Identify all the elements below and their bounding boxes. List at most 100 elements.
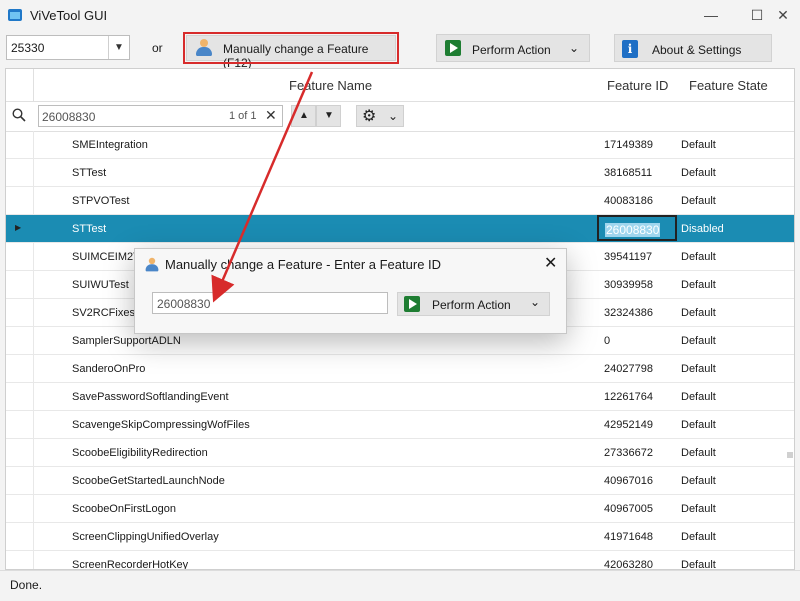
current-row-indicator-icon: ▶ [15, 223, 22, 232]
feature-state-cell[interactable]: Default [681, 279, 716, 291]
search-icon [12, 108, 26, 122]
feature-id-cell[interactable]: 0 [604, 335, 610, 347]
table-row[interactable]: SMEIntegration 17149389 Default [6, 131, 794, 159]
chevron-down-icon: ⌄ [530, 295, 541, 309]
clear-search-icon[interactable]: ✕ [265, 107, 277, 124]
table-row[interactable]: ScreenClippingUnifiedOverlay 41971648 Defa… [6, 523, 794, 551]
table-row[interactable]: SavePasswordSoftlandingEvent 12261764 Defa… [6, 383, 794, 411]
status-bar: Done. [0, 570, 800, 601]
info-icon: i [622, 40, 638, 58]
feature-state-cell[interactable]: Default [681, 167, 716, 179]
feature-id-cell[interactable]: 27336672 [604, 447, 653, 459]
about-settings-label: About & Settings [652, 43, 742, 57]
feature-state-cell[interactable]: Default [681, 251, 716, 263]
feature-id-cell[interactable]: 17149389 [604, 139, 653, 151]
feature-state-cell[interactable]: Default [681, 559, 716, 569]
feature-name-cell[interactable]: STTest [72, 223, 106, 235]
search-value: 26008830 [42, 110, 96, 124]
feature-name-cell[interactable]: SUIMCEIM2T [72, 251, 140, 263]
feature-state-cell[interactable]: Default [681, 335, 716, 347]
dialog-perform-action-button[interactable]: Perform Action ⌄ [397, 292, 550, 316]
annotation-highlight-box [183, 32, 399, 64]
feature-state-cell[interactable]: Default [681, 531, 716, 543]
column-feature-state[interactable]: Feature State [689, 78, 768, 93]
table-row[interactable]: STTest 38168511 Default [6, 159, 794, 187]
search-next-button[interactable]: ▼ [316, 105, 341, 127]
table-row[interactable]: ScoobeOnFirstLogon 40967005 Default [6, 495, 794, 523]
feature-name-cell[interactable]: ScreenClippingUnifiedOverlay [72, 531, 219, 543]
table-row[interactable]: SanderoOnPro 24027798 Default [6, 355, 794, 383]
feature-id-cell[interactable]: 39541197 [604, 251, 652, 263]
feature-id-selected-text: 26008830 [605, 223, 661, 237]
vivetool-app-icon [8, 9, 22, 21]
table-row[interactable]: ▶ STTest 26008830 Disabled [6, 215, 794, 243]
minimize-button[interactable]: — [700, 5, 722, 25]
feature-name-cell[interactable]: SUIWUTest [72, 279, 129, 291]
feature-id-cell[interactable]: 32324386 [604, 307, 653, 319]
feature-state-cell[interactable]: Default [681, 391, 716, 403]
feature-id-cell[interactable]: 30939958 [604, 279, 653, 291]
feature-name-cell[interactable]: SanderoOnPro [72, 363, 145, 375]
feature-name-cell[interactable]: STTest [72, 167, 106, 179]
play-icon [404, 296, 420, 312]
feature-name-cell[interactable]: SamplerSupportADLN [72, 335, 181, 347]
chevron-down-icon: ⌄ [569, 41, 580, 55]
feature-id-cell[interactable]: 41971648 [604, 531, 653, 543]
feature-id-cell[interactable]: 12261764 [604, 391, 653, 403]
person-icon [145, 257, 159, 272]
feature-id-cell[interactable]: 26008830 [597, 215, 677, 241]
feature-id-cell[interactable]: 40967016 [604, 475, 653, 487]
dialog-perform-action-label: Perform Action [432, 298, 511, 312]
feature-name-cell[interactable]: ScoobeOnFirstLogon [72, 503, 176, 515]
feature-id-cell[interactable]: 40083186 [604, 195, 653, 207]
table-row[interactable]: ScavengeSkipCompressingWofFiles 42952149 D… [6, 411, 794, 439]
feature-name-cell[interactable]: ScoobeEligibilityRedirection [72, 447, 208, 459]
column-feature-name[interactable]: Feature Name [289, 78, 372, 93]
feature-name-cell[interactable]: SV2RCFixesT [72, 307, 142, 319]
search-match-count: 1 of 1 [229, 110, 257, 122]
build-combobox[interactable]: 25330 ▼ [6, 35, 130, 60]
feature-state-cell[interactable]: Default [681, 475, 716, 487]
search-options-button[interactable]: ⚙ ⌄ [356, 105, 404, 127]
column-feature-id[interactable]: Feature ID [607, 78, 668, 93]
feature-name-cell[interactable]: ScavengeSkipCompressingWofFiles [72, 419, 250, 431]
table-row[interactable]: ScoobeGetStartedLaunchNode 40967016 Defaul… [6, 467, 794, 495]
feature-id-cell[interactable]: 42063280 [604, 559, 653, 569]
feature-name-cell[interactable]: SavePasswordSoftlandingEvent [72, 391, 229, 403]
feature-state-cell[interactable]: Default [681, 447, 716, 459]
table-row[interactable]: STPVOTest 40083186 Default [6, 187, 794, 215]
table-row[interactable]: ScreenRecorderHotKey 42063280 Default [6, 551, 794, 569]
search-previous-button[interactable]: ▲ [291, 105, 316, 127]
feature-name-cell[interactable]: ScreenRecorderHotKey [72, 559, 188, 569]
or-label: or [152, 41, 163, 55]
feature-id-cell[interactable]: 38168511 [604, 167, 652, 179]
table-row[interactable]: ScoobeEligibilityRedirection 27336672 Defa… [6, 439, 794, 467]
vertical-scrollbar[interactable] [784, 131, 794, 569]
about-settings-button[interactable]: i About & Settings [614, 34, 772, 62]
feature-state-cell[interactable]: Default [681, 139, 716, 151]
title-bar: ViVeTool GUI — ☐ ✕ [0, 0, 800, 30]
feature-name-cell[interactable]: STPVOTest [72, 195, 129, 207]
perform-action-button[interactable]: Perform Action ⌄ [436, 34, 590, 62]
chevron-down-icon[interactable]: ▼ [108, 36, 129, 59]
feature-state-cell[interactable]: Default [681, 503, 716, 515]
search-input[interactable]: 26008830 1 of 1 ✕ [38, 105, 283, 127]
maximize-button[interactable]: ☐ [746, 5, 768, 25]
manual-feature-dialog: Manually change a Feature - Enter a Feat… [134, 248, 567, 334]
feature-id-cell[interactable]: 24027798 [604, 363, 653, 375]
feature-id-cell[interactable]: 42952149 [604, 419, 653, 431]
dialog-close-icon[interactable]: ✕ [544, 253, 557, 273]
feature-id-input[interactable]: 26008830 [152, 292, 388, 314]
perform-action-label: Perform Action [472, 43, 551, 57]
feature-state-cell[interactable]: Default [681, 307, 716, 319]
play-icon [445, 40, 461, 56]
feature-state-cell[interactable]: Default [681, 419, 716, 431]
feature-state-cell[interactable]: Disabled [681, 223, 724, 235]
feature-name-cell[interactable]: ScoobeGetStartedLaunchNode [72, 475, 225, 487]
feature-name-cell[interactable]: SMEIntegration [72, 139, 148, 151]
close-button[interactable]: ✕ [772, 5, 794, 25]
feature-state-cell[interactable]: Default [681, 195, 716, 207]
gear-icon: ⚙ [362, 108, 377, 125]
feature-id-cell[interactable]: 40967005 [604, 503, 653, 515]
feature-state-cell[interactable]: Default [681, 363, 716, 375]
